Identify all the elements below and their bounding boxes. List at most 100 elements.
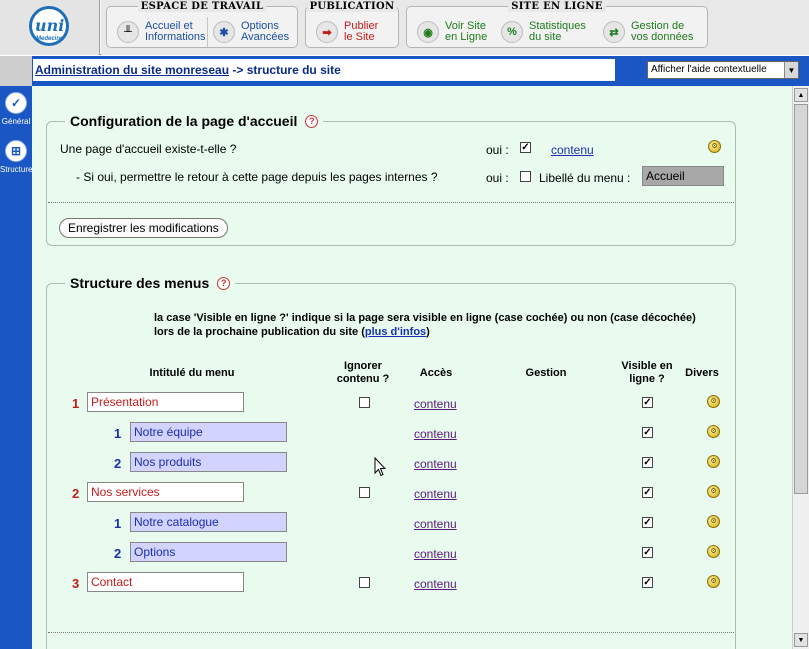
- gestion-donnees-button[interactable]: ⇄ Gestion de vos données: [603, 20, 693, 44]
- menus-section-title: Structure des menus ?: [65, 275, 236, 291]
- menu-content-link[interactable]: contenu: [414, 427, 457, 441]
- menu-label-input[interactable]: Options: [130, 542, 287, 562]
- column-header-intitule: Intitulé du menu: [149, 367, 235, 379]
- help-select-value: Afficher l'aide contextuelle: [651, 64, 767, 75]
- gear-icon[interactable]: ⚙: [707, 545, 720, 558]
- options-avancees-label: Options Avancées: [241, 20, 290, 43]
- group-publication-title: PUBLICATION: [306, 1, 398, 12]
- accueil-informations-button[interactable]: ╨ Accueil et Informations: [117, 20, 206, 44]
- page-header: Administration du site monreseau -> stru…: [32, 56, 809, 86]
- logo-subtext: Medecine: [36, 36, 64, 42]
- group-publication: PUBLICATION ➡ Publier le Site: [305, 1, 399, 48]
- question-exists: Une page d'accueil existe-t-elle ?: [60, 142, 237, 156]
- logo-text: uni: [35, 16, 65, 35]
- gear-icon[interactable]: ⚙: [707, 425, 720, 438]
- menu-row-number: 2: [72, 486, 80, 501]
- menus-info-line1: la case 'Visible en ligne ?' indique si …: [154, 312, 696, 324]
- gear-icon[interactable]: ⚙: [707, 515, 720, 528]
- voir-site-label: Voir Site en Ligne: [445, 20, 488, 43]
- mouse-cursor-icon: [374, 457, 386, 477]
- visible-online-checkbox[interactable]: ✓: [642, 517, 653, 528]
- menu-label-input[interactable]: Présentation: [87, 392, 244, 412]
- ignore-content-checkbox[interactable]: [359, 487, 370, 498]
- logo-area: uni Medecine: [0, 0, 100, 55]
- visible-online-checkbox[interactable]: ✓: [642, 427, 653, 438]
- column-header-divers: Divers: [685, 367, 719, 379]
- visible-online-checkbox[interactable]: ✓: [642, 547, 653, 558]
- homepage-exists-checkbox[interactable]: ✓: [520, 142, 531, 153]
- vertical-scrollbar[interactable]: ▲ ▼: [792, 86, 809, 649]
- config-section-title: Configuration de la page d'accueil ?: [65, 113, 324, 129]
- menu-label-input[interactable]: Contact: [87, 572, 244, 592]
- menu-row-number: 1: [72, 396, 80, 411]
- menu-content-link[interactable]: contenu: [414, 547, 457, 561]
- scroll-down-icon[interactable]: ▼: [794, 633, 808, 647]
- signpost-icon: ⇄: [603, 21, 625, 43]
- statistiques-label: Statistiques du site: [529, 20, 586, 43]
- homepage-content-link[interactable]: contenu: [551, 143, 594, 157]
- scroll-up-icon[interactable]: ▲: [794, 88, 808, 102]
- plus-infos-link[interactable]: plus d'infos: [365, 326, 426, 338]
- visible-online-checkbox[interactable]: ✓: [642, 577, 653, 588]
- ignore-content-checkbox[interactable]: [359, 397, 370, 408]
- menu-label-input[interactable]: Nos produits: [130, 452, 287, 472]
- visible-online-checkbox[interactable]: ✓: [642, 457, 653, 468]
- accueil-informations-label: Accueil et Informations: [145, 20, 206, 43]
- save-button[interactable]: Enregistrer les modifications: [59, 218, 228, 238]
- gear-icon[interactable]: ⚙: [707, 485, 720, 498]
- menu-content-link[interactable]: contenu: [414, 487, 457, 501]
- menu-content-link[interactable]: contenu: [414, 577, 457, 591]
- divider: [48, 202, 734, 203]
- help-select[interactable]: Afficher l'aide contextuelle ▼: [647, 61, 799, 79]
- structure-icon: ⊞: [5, 140, 27, 162]
- options-avancees-button[interactable]: ✱ Options Avancées: [213, 20, 289, 44]
- help-icon[interactable]: ?: [217, 276, 231, 290]
- eye-icon: ◉: [417, 21, 439, 43]
- menu-content-link[interactable]: contenu: [414, 397, 457, 411]
- sidebar-item-general[interactable]: ✓ Général: [0, 92, 32, 126]
- menus-info-line2: lors de la prochaine publication du site…: [154, 326, 430, 338]
- gear-icon[interactable]: ⚙: [707, 575, 720, 588]
- sidebar-cap: [0, 56, 32, 86]
- gear-icon: ✱: [213, 21, 235, 43]
- menu-label-input[interactable]: Notre équipe: [130, 422, 287, 442]
- publier-site-button[interactable]: ➡ Publier le Site: [316, 20, 378, 44]
- main-content: Configuration de la page d'accueil ? Une…: [32, 86, 792, 649]
- menu-content-link[interactable]: contenu: [414, 517, 457, 531]
- voir-site-button[interactable]: ◉ Voir Site en Ligne: [417, 20, 487, 44]
- libelle-label: Libellé du menu :: [539, 171, 631, 185]
- toolbar-separator: [207, 17, 208, 47]
- menu-label-input[interactable]: Notre catalogue: [130, 512, 287, 532]
- oui-label: oui :: [486, 143, 509, 157]
- gear-icon[interactable]: ⚙: [708, 140, 721, 153]
- menu-content-link[interactable]: contenu: [414, 457, 457, 471]
- group-workspace-title: ESPACE DE TRAVAIL: [107, 1, 297, 12]
- group-site-en-ligne-title: SITE EN LIGNE: [407, 1, 707, 12]
- libelle-input[interactable]: Accueil: [642, 166, 724, 186]
- menu-label-input[interactable]: Nos services: [87, 482, 244, 502]
- breadcrumb-link[interactable]: Administration du site monreseau: [35, 63, 229, 77]
- home-info-icon: ╨: [117, 21, 139, 43]
- column-header-ignorer: Ignorer contenu ?: [336, 360, 390, 385]
- menu-row-number: 2: [114, 546, 122, 561]
- sidebar-item-label: Structure: [0, 165, 33, 174]
- scrollbar-thumb[interactable]: [794, 104, 808, 494]
- gestion-donnees-label: Gestion de vos données: [631, 20, 694, 43]
- column-header-visible: Visible en ligne ?: [621, 360, 673, 385]
- visible-online-checkbox[interactable]: ✓: [642, 397, 653, 408]
- breadcrumb: Administration du site monreseau -> stru…: [33, 59, 615, 81]
- group-workspace: ESPACE DE TRAVAIL ╨ Accueil et Informati…: [106, 1, 298, 48]
- question-return: - Si oui, permettre le retour à cette pa…: [76, 170, 438, 184]
- help-icon[interactable]: ?: [305, 114, 319, 128]
- gear-icon[interactable]: ⚙: [707, 455, 720, 468]
- left-sidebar: ✓ Général ⊞ Structure: [0, 56, 32, 649]
- visible-online-checkbox[interactable]: ✓: [642, 487, 653, 498]
- ignore-content-checkbox[interactable]: [359, 577, 370, 588]
- chevron-down-icon[interactable]: ▼: [784, 62, 798, 78]
- sidebar-item-structure[interactable]: ⊞ Structure: [0, 140, 32, 174]
- column-header-gestion: Gestion: [525, 367, 567, 379]
- homepage-return-checkbox[interactable]: [520, 171, 531, 182]
- arrow-right-icon: ➡: [316, 21, 338, 43]
- gear-icon[interactable]: ⚙: [707, 395, 720, 408]
- statistiques-button[interactable]: % Statistiques du site: [501, 20, 586, 44]
